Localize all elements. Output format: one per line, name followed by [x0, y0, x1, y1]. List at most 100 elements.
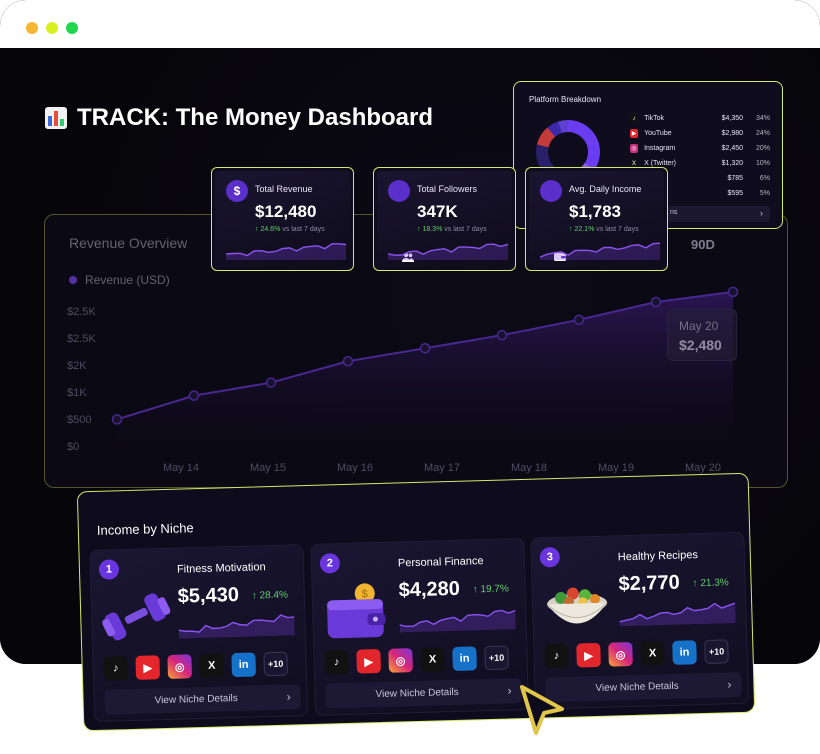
niche-rank-badge: 1 [98, 559, 120, 580]
niche-social-icons: ♪ ▶ ◎ X in +10 [324, 645, 509, 675]
niche-social-icons: ♪ ▶ ◎ X in +10 [544, 639, 729, 669]
x-twitter-icon[interactable]: X [199, 653, 225, 679]
youtube-icon[interactable]: ▶ [135, 655, 161, 680]
youtube-icon[interactable]: ▶ [576, 642, 601, 668]
platform-value: $1,320 [721, 160, 744, 167]
platform-name: Instagram [644, 145, 676, 152]
y-tick-label: $2.5K [67, 333, 96, 345]
niche-name: Fitness Motivation [176, 561, 266, 576]
linkedin-icon[interactable]: in [672, 640, 697, 665]
page-title-text: TRACK: The Money Dashboard [77, 104, 434, 131]
window-close-dot[interactable] [26, 22, 38, 34]
niche-sparkline [399, 609, 516, 633]
donut-slice [568, 120, 600, 170]
more-platforms-badge[interactable]: +10 [484, 645, 509, 671]
platform-value: $4,350 [721, 115, 744, 122]
niche-growth: ↑ 28.4% [251, 589, 289, 602]
niche-value: $2,770 [618, 571, 681, 596]
instagram-icon[interactable]: ◎ [608, 641, 633, 667]
window-minimize-dot[interactable] [46, 22, 58, 34]
stat-change: ↑ 22.1% vs last 7 days [569, 226, 639, 233]
window-maximize-dot[interactable] [66, 22, 78, 34]
users-icon [388, 180, 414, 262]
platform-percent: 5% [759, 190, 770, 197]
x-tick-label: May 19 [598, 462, 634, 474]
more-platforms-badge[interactable]: +10 [263, 651, 289, 677]
y-tick-label: $500 [67, 414, 91, 426]
tiktok-icon[interactable]: ♪ [544, 643, 569, 669]
platform-footer-label: ns [670, 209, 678, 216]
chart-point[interactable] [342, 356, 354, 367]
instagram-icon[interactable]: ◎ [388, 648, 413, 673]
mouse-cursor-icon [520, 685, 564, 735]
stat-change: ↑ 24.6% vs last 7 days [255, 226, 325, 233]
stat-change: ↑ 18.3% vs last 7 days [417, 226, 487, 233]
chevron-right-icon: › [286, 689, 291, 704]
tiktok-icon[interactable]: ♪ [324, 649, 349, 675]
niche-social-icons: ♪ ▶ ◎ X in +10 [103, 651, 289, 681]
y-tick-label: $2K [67, 360, 87, 372]
platform-percent: 10% [755, 160, 770, 167]
bar-chart-emoji-icon [45, 107, 67, 129]
stat-value: 347K [417, 202, 458, 221]
tooltip-value: $2,480 [679, 337, 722, 353]
chart-point[interactable] [419, 342, 431, 354]
stat-label: Total Followers [417, 184, 478, 194]
platform-value: $785 [727, 175, 744, 182]
platform-name: YouTube [644, 130, 672, 137]
chart-point[interactable] [573, 314, 585, 326]
svg-text:$: $ [362, 588, 368, 600]
income-by-niche-panel: Income by Niche 1 Fitness Motivation $5,… [76, 472, 756, 732]
niche-rank-badge: 3 [539, 546, 561, 568]
page-title: TRACK: The Money Dashboard [45, 104, 433, 132]
niche-growth: ↑ 21.3% [692, 577, 729, 590]
niche-sparkline [178, 614, 295, 639]
tiktok-icon[interactable]: ♪ [103, 656, 129, 681]
platform-value: $2,980 [721, 130, 744, 137]
view-niche-details-button[interactable]: View Niche Details › [104, 684, 301, 715]
platform-row: ♪ TikTok $4,350 34% [630, 111, 770, 126]
stat-value: $12,480 [255, 202, 317, 221]
chart-point[interactable] [265, 377, 277, 388]
chart-point[interactable] [650, 296, 662, 308]
chevron-right-icon: › [507, 683, 512, 698]
x-twitter-icon[interactable]: X [640, 641, 665, 666]
niche-card-fitness[interactable]: 1 Fitness Motivation $5,430 ↑ 28.4% ♪ ▶ … [89, 544, 309, 723]
more-platforms-badge[interactable]: +10 [704, 639, 729, 664]
tooltip-date: May 20 [679, 319, 719, 333]
sparkline [540, 242, 660, 260]
platform-icon: ◎ [630, 144, 639, 153]
youtube-icon[interactable]: ▶ [356, 649, 381, 674]
niche-value: $5,430 [177, 583, 240, 608]
view-niche-details-button[interactable]: View Niche Details › [545, 671, 742, 703]
x-twitter-icon[interactable]: X [420, 647, 445, 672]
y-tick-label: $0 [67, 441, 79, 453]
platform-percent: 24% [755, 130, 770, 137]
wallet-icon: $ [327, 583, 386, 639]
x-tick-label: May 18 [511, 462, 547, 474]
view-niche-details-label: View Niche Details [154, 693, 238, 707]
linkedin-icon[interactable]: in [231, 652, 257, 678]
chevron-right-icon: › [760, 208, 763, 218]
food-bowl-icon [546, 587, 608, 624]
niche-name: Healthy Recipes [617, 549, 699, 564]
chart-point[interactable] [496, 329, 508, 341]
x-tick-label: May 14 [163, 462, 199, 474]
chart-point[interactable] [111, 414, 123, 425]
stat-card-total-revenue: $ Total Revenue $12,480 ↑ 24.6% vs last … [211, 167, 354, 271]
platform-percent: 34% [755, 115, 770, 122]
platform-percent: 6% [759, 175, 770, 182]
platform-value: $595 [727, 190, 744, 197]
instagram-icon[interactable]: ◎ [167, 654, 193, 679]
stat-label: Total Revenue [255, 184, 313, 194]
niche-card-personal-finance[interactable]: 2 Personal Finance $4,280 ↑ 19.7% $ ♪ ▶ … [310, 537, 530, 716]
niche-rank-badge: 2 [319, 553, 341, 574]
platform-row: ◎ Instagram $2,450 20% [630, 141, 770, 156]
sparkline-area [388, 244, 508, 260]
sparkline [388, 243, 508, 260]
linkedin-icon[interactable]: in [452, 646, 477, 671]
chart-point[interactable] [727, 286, 739, 298]
view-niche-details-button[interactable]: View Niche Details › [325, 678, 522, 709]
chart-point[interactable] [188, 390, 200, 401]
chevron-right-icon: › [727, 677, 732, 692]
